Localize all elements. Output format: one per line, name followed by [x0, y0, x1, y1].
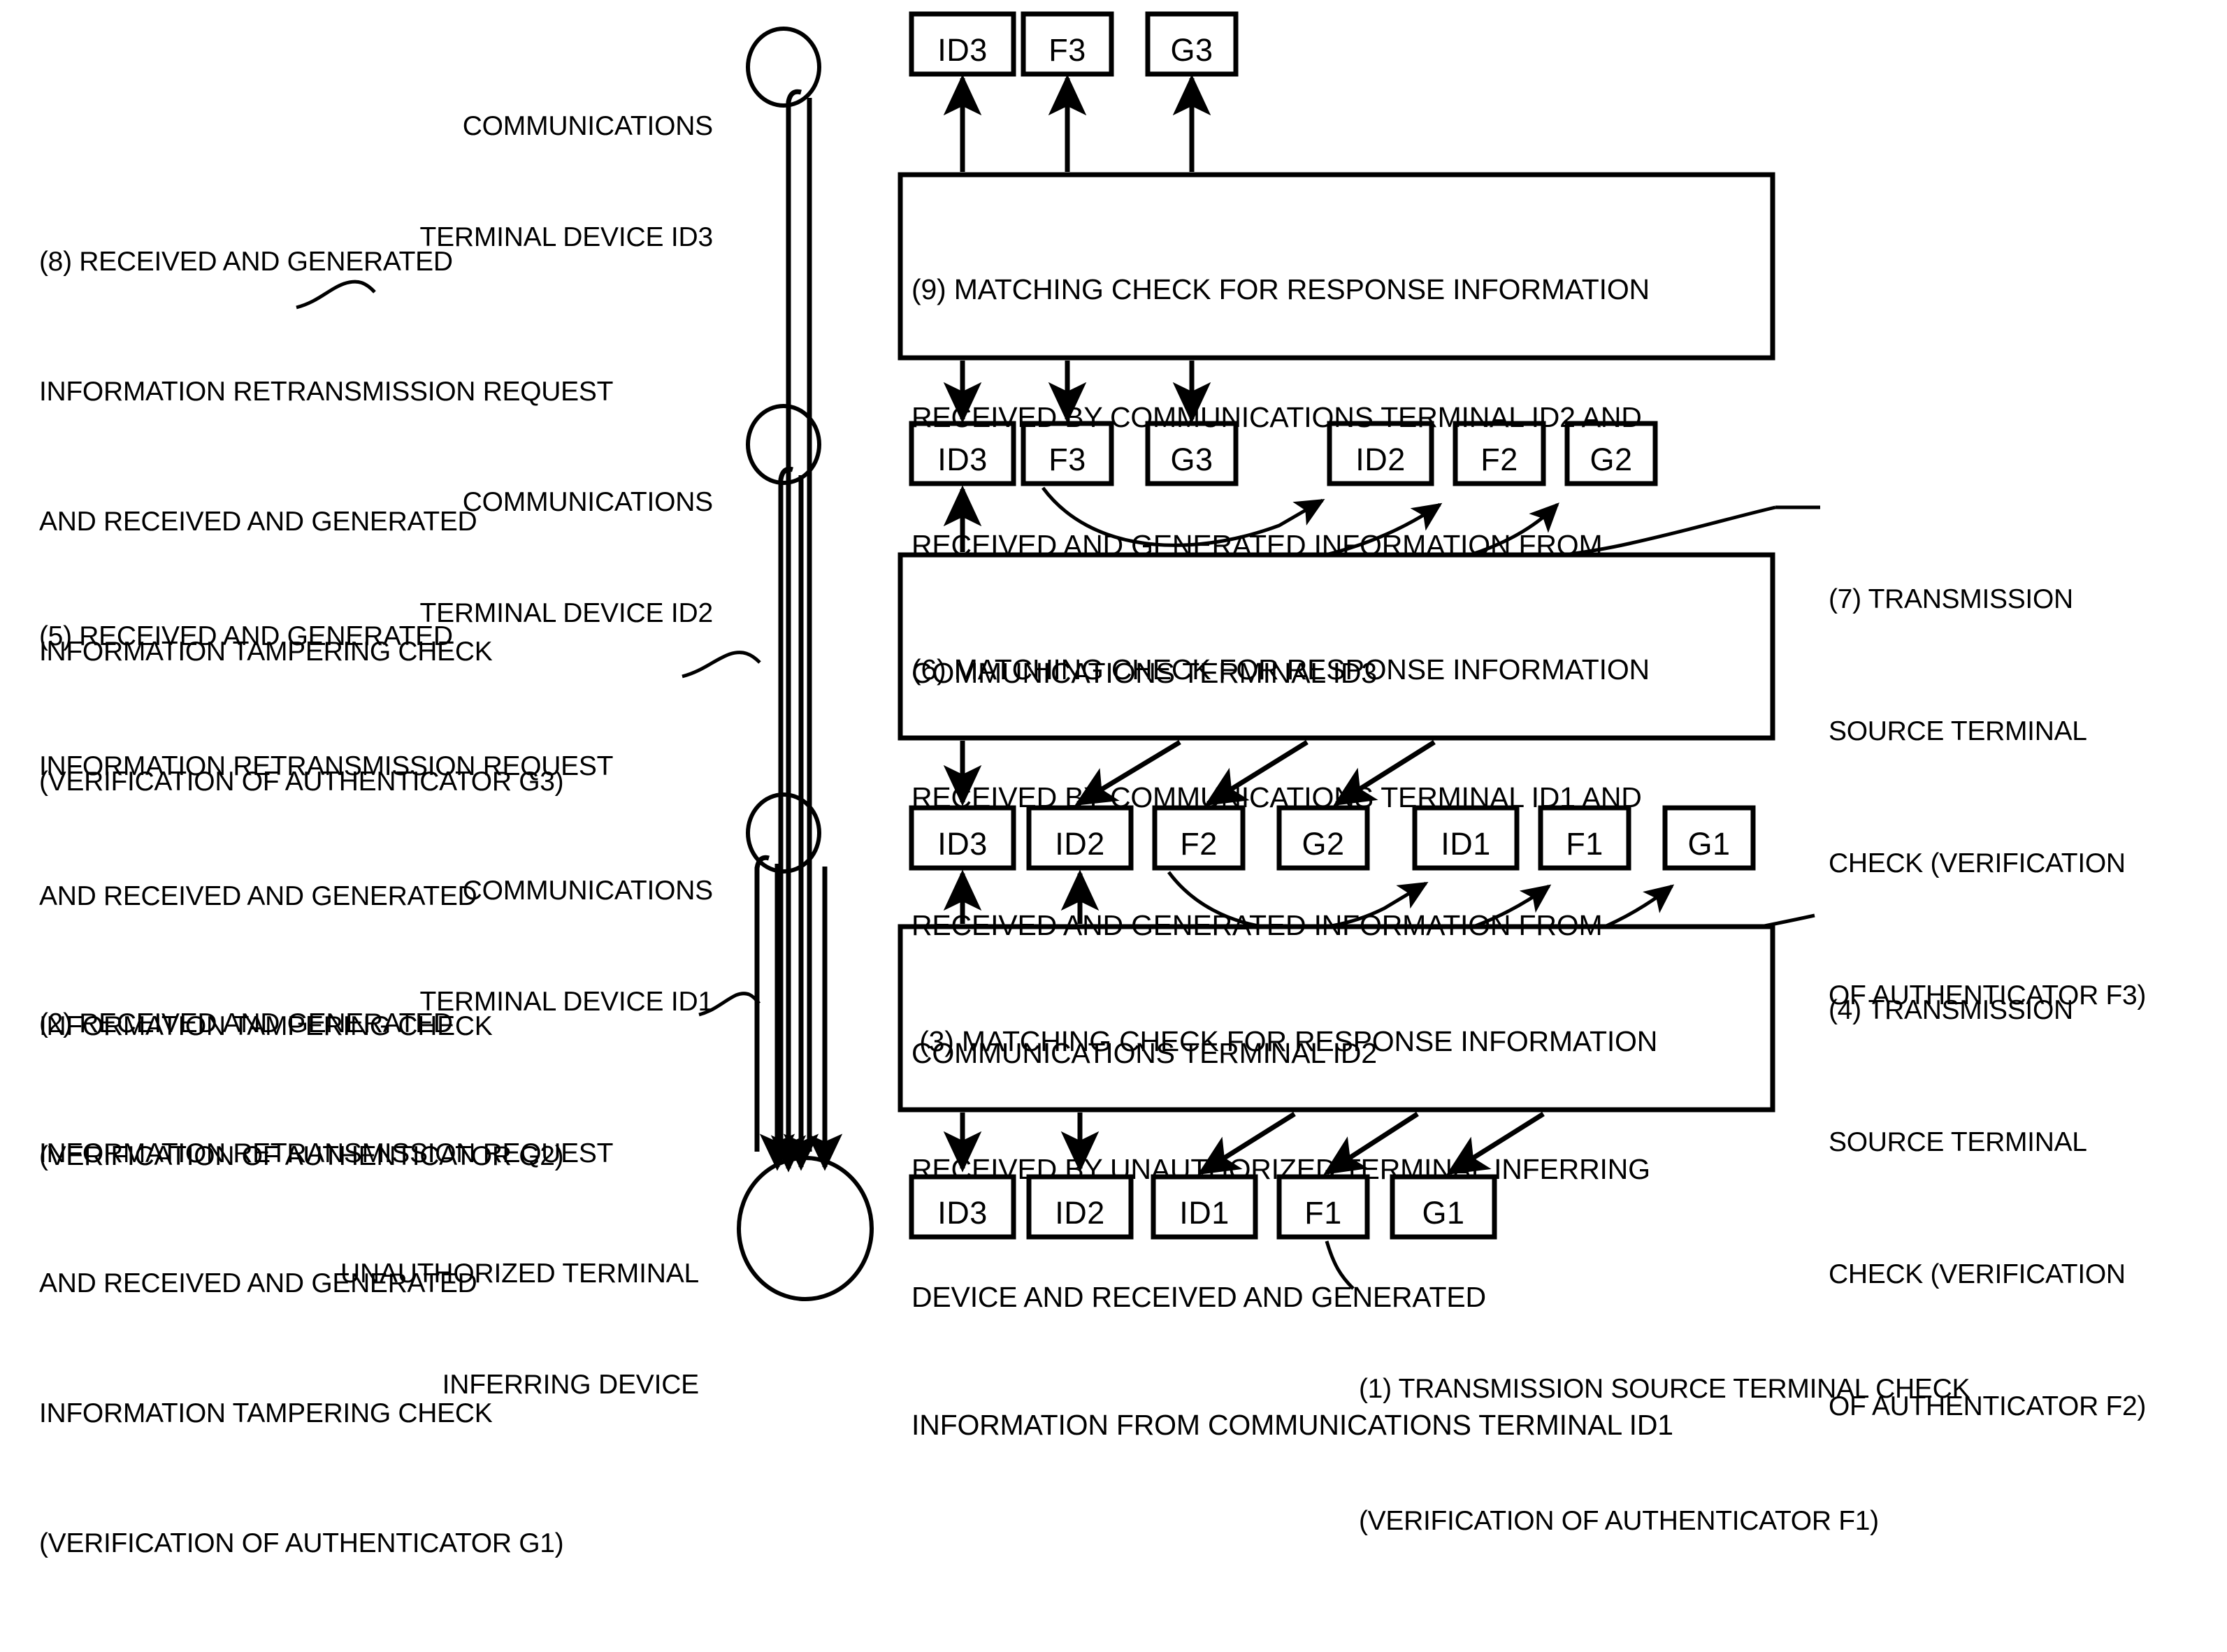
- process-box-9-line3: RECEIVED AND GENERATED INFORMATION FROM: [911, 529, 1603, 561]
- process-box-6-line2: RECEIVED BY COMMUNICATIONS TERMINAL ID1 …: [911, 781, 1642, 813]
- left-step-2-line1: (2) RECEIVED AND GENERATED: [39, 1008, 453, 1038]
- process-box-3-line2: RECEIVED BY UNAUTHORIZED TERMINAL INFERR…: [911, 1153, 1650, 1185]
- lifeline-node-id3: [746, 27, 821, 108]
- left-step-2-line2: INFORMATION RETRANSMISSION REQUEST: [39, 1138, 614, 1168]
- left-step-2-line5: (VERIFICATION OF AUTHENTICATOR G1): [39, 1528, 564, 1558]
- left-step-2-line4: INFORMATION TAMPERING CHECK: [39, 1398, 493, 1428]
- right-note-7-line3: CHECK (VERIFICATION: [1829, 848, 2126, 878]
- process-box-9-line1: (9) MATCHING CHECK FOR RESPONSE INFORMAT…: [911, 273, 1650, 305]
- bottom-note-1: (1) TRANSMISSION SOURCE TERMINAL CHECK (…: [1359, 1279, 2198, 1631]
- chip-row-top-2: G3: [1170, 32, 1213, 68]
- arrows-box9-up: [943, 74, 1211, 172]
- right-note-4-line2: SOURCE TERMINAL: [1829, 1127, 2087, 1157]
- bottom-note-1-line1: (1) TRANSMISSION SOURCE TERMINAL CHECK: [1359, 1374, 1970, 1404]
- right-note-7-line1: (7) TRANSMISSION: [1829, 584, 2073, 614]
- left-step-2-line3: AND RECEIVED AND GENERATED: [39, 1268, 477, 1298]
- process-box-9-line2: RECEIVED BY COMMUNICATIONS TERMINAL ID2 …: [911, 401, 1642, 433]
- left-step-5-line3: AND RECEIVED AND GENERATED: [39, 881, 477, 911]
- chip-row-top-0: ID3: [937, 32, 988, 68]
- left-step-8-line2: INFORMATION RETRANSMISSION REQUEST: [39, 377, 614, 407]
- right-note-7-line2: SOURCE TERMINAL: [1829, 716, 2087, 746]
- bottom-note-1-line2: (VERIFICATION OF AUTHENTICATOR F1): [1359, 1506, 1879, 1536]
- lifeline-label-id3-line1: COMMUNICATIONS: [462, 111, 713, 141]
- diagram-canvas: COMMUNICATIONS TERMINAL DEVICE ID3 COMMU…: [0, 0, 2227, 1558]
- left-step-2: (2) RECEIVED AND GENERATED INFORMATION R…: [39, 915, 780, 1652]
- right-note-4-line1: (4) TRANSMISSION: [1829, 995, 2073, 1025]
- process-box-3-line1: (3) MATCHING CHECK FOR RESPONSE INFORMAT…: [911, 1025, 1658, 1057]
- process-box-6-line1: (6) MATCHING CHECK FOR RESPONSE INFORMAT…: [911, 653, 1650, 686]
- left-step-8-line1: (8) RECEIVED AND GENERATED: [39, 247, 453, 277]
- left-step-5-line1: (5) RECEIVED AND GENERATED: [39, 621, 453, 651]
- left-step-5-line2: INFORMATION RETRANSMISSION REQUEST: [39, 751, 614, 781]
- chip-row-top-1: F3: [1048, 32, 1086, 68]
